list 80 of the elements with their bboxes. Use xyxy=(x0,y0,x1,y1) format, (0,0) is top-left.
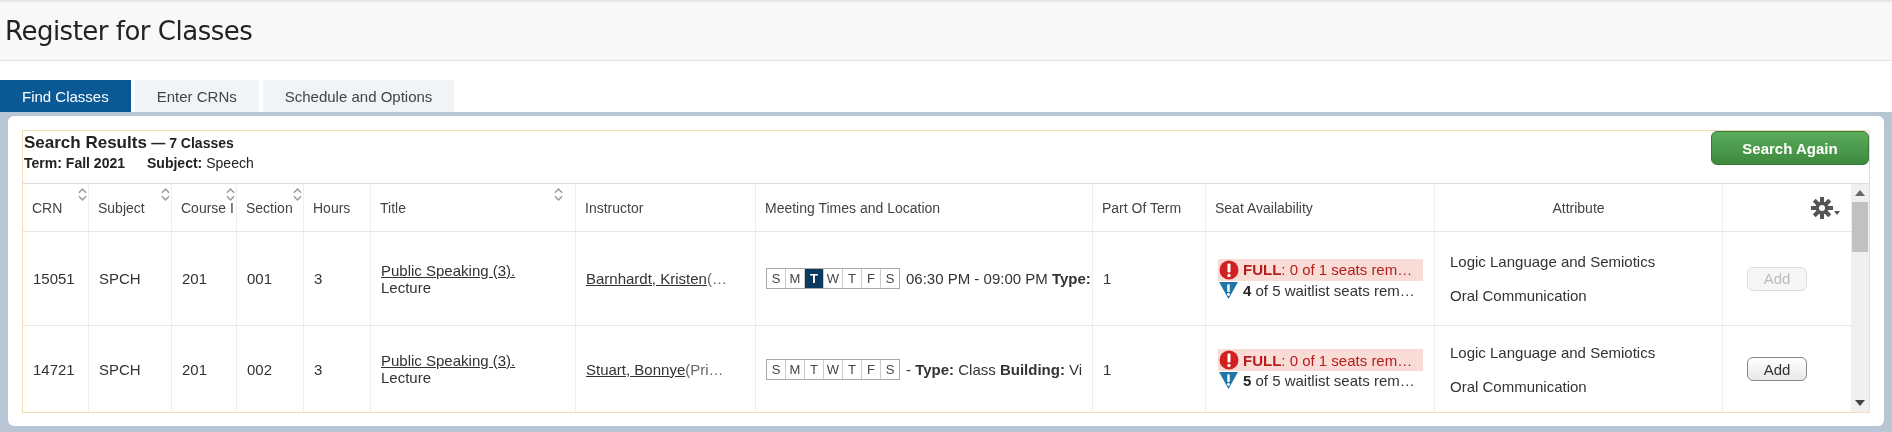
term-value: Fall 2021 xyxy=(65,155,125,171)
meeting-text: 06:30 PM - 09:00 PM Type: xyxy=(906,270,1091,287)
title-link[interactable]: Public Speaking (3). xyxy=(381,261,516,279)
instructor-note: (… xyxy=(706,270,727,287)
weekday-label: T xyxy=(843,359,862,379)
search-again-button[interactable]: Search Again xyxy=(1711,131,1869,165)
sort-icon[interactable] xyxy=(554,188,563,201)
tab[interactable]: Find Classes xyxy=(0,80,131,112)
tab[interactable]: Schedule and Options xyxy=(262,80,455,112)
column-header[interactable]: Title xyxy=(371,184,576,231)
settings-icon[interactable] xyxy=(1811,195,1841,220)
seat-status-text: FULL: 0 of 1 seats rem… xyxy=(1243,261,1413,278)
weekday-label: S xyxy=(884,270,896,288)
weekday-label: F xyxy=(862,269,881,288)
schedule-type: Lecture xyxy=(381,369,432,386)
waitlist-text: 4 of 5 waitlist seats rem… xyxy=(1243,281,1415,299)
instructor-link[interactable]: Barnhardt, Kristen xyxy=(586,270,707,287)
course-cell: 201 xyxy=(182,360,208,378)
sort-icon[interactable] xyxy=(293,188,302,201)
column-header[interactable]: Part Of Term xyxy=(1093,184,1206,231)
column-header[interactable]: Course I xyxy=(172,184,237,231)
weekday-label: S xyxy=(767,359,786,379)
column-header[interactable]: Section xyxy=(237,184,304,231)
term-label: Term: xyxy=(24,155,62,171)
instructor-link[interactable]: Stuart, Bonnye xyxy=(586,360,686,378)
section-cell: 001 xyxy=(247,270,273,287)
column-header[interactable]: Seat Availability xyxy=(1206,184,1435,231)
subject-cell: SPCH xyxy=(99,270,141,287)
column-header[interactable]: Instructor xyxy=(576,184,756,231)
column-header[interactable]: CRN xyxy=(23,184,89,231)
attribute-text: Logic Language and Semiotics xyxy=(1450,253,1656,270)
column-header[interactable]: Hours xyxy=(304,184,371,231)
scroll-thumb[interactable] xyxy=(1852,202,1868,252)
part-of-term-cell: 1 xyxy=(1103,360,1112,378)
meeting-text: - Type: Class Building: Vi xyxy=(906,360,1083,378)
hours-cell: 3 xyxy=(314,360,323,378)
schedule-type: Lecture xyxy=(381,278,432,296)
sort-icon[interactable] xyxy=(78,188,87,201)
weekday-label: W xyxy=(824,269,843,288)
scrollbar[interactable] xyxy=(1851,184,1869,412)
weekday-label: T xyxy=(805,359,824,379)
column-header[interactable]: Subject xyxy=(89,184,172,231)
subject-cell: SPCH xyxy=(99,360,141,378)
part-of-term-cell: 1 xyxy=(1103,270,1112,287)
attribute-text: Oral Communication xyxy=(1450,287,1587,304)
warning-icon xyxy=(1219,372,1238,389)
subject-value: Speech xyxy=(206,155,254,171)
weekday-label: T xyxy=(843,269,862,288)
attribute-text: Logic Language and Semiotics xyxy=(1450,343,1656,361)
add-button[interactable]: Add xyxy=(1747,357,1807,381)
attribute-text: Oral Communication xyxy=(1450,377,1587,395)
scroll-down-icon[interactable] xyxy=(1855,400,1865,406)
hours-cell: 3 xyxy=(314,270,323,287)
column-header[interactable]: Attribute xyxy=(1435,184,1723,231)
tab[interactable]: Enter CRNs xyxy=(134,80,259,112)
scroll-up-icon[interactable] xyxy=(1855,190,1865,196)
column-header[interactable]: Meeting Times and Location xyxy=(756,184,1093,231)
warning-icon xyxy=(1219,281,1238,299)
weekday-label: S xyxy=(767,269,786,288)
weekday-label: M xyxy=(786,359,805,379)
subject-label: Subject: xyxy=(147,155,203,171)
weekday-label: F xyxy=(862,359,881,379)
results-heading: Search Results xyxy=(24,133,147,152)
course-cell: 201 xyxy=(182,270,208,287)
sort-icon[interactable] xyxy=(226,188,235,201)
section-cell: 002 xyxy=(247,360,273,378)
weekday-label: S xyxy=(884,360,896,379)
weekday-label: T xyxy=(805,269,824,288)
title-link[interactable]: Public Speaking (3). xyxy=(381,352,516,369)
instructor-note: (Pri… xyxy=(685,360,724,378)
waitlist-text: 5 of 5 waitlist seats rem… xyxy=(1243,372,1415,389)
crn-cell: 15051 xyxy=(33,270,75,287)
seat-status-text: FULL: 0 of 1 seats rem… xyxy=(1243,351,1413,369)
page-title: Register for Classes xyxy=(5,16,253,46)
crn-cell: 14721 xyxy=(33,360,75,378)
results-count: — 7 Classes xyxy=(151,135,234,151)
sort-icon[interactable] xyxy=(161,188,170,201)
alert-icon xyxy=(1219,350,1239,370)
weekday-label: W xyxy=(824,359,843,379)
alert-icon xyxy=(1219,259,1239,280)
